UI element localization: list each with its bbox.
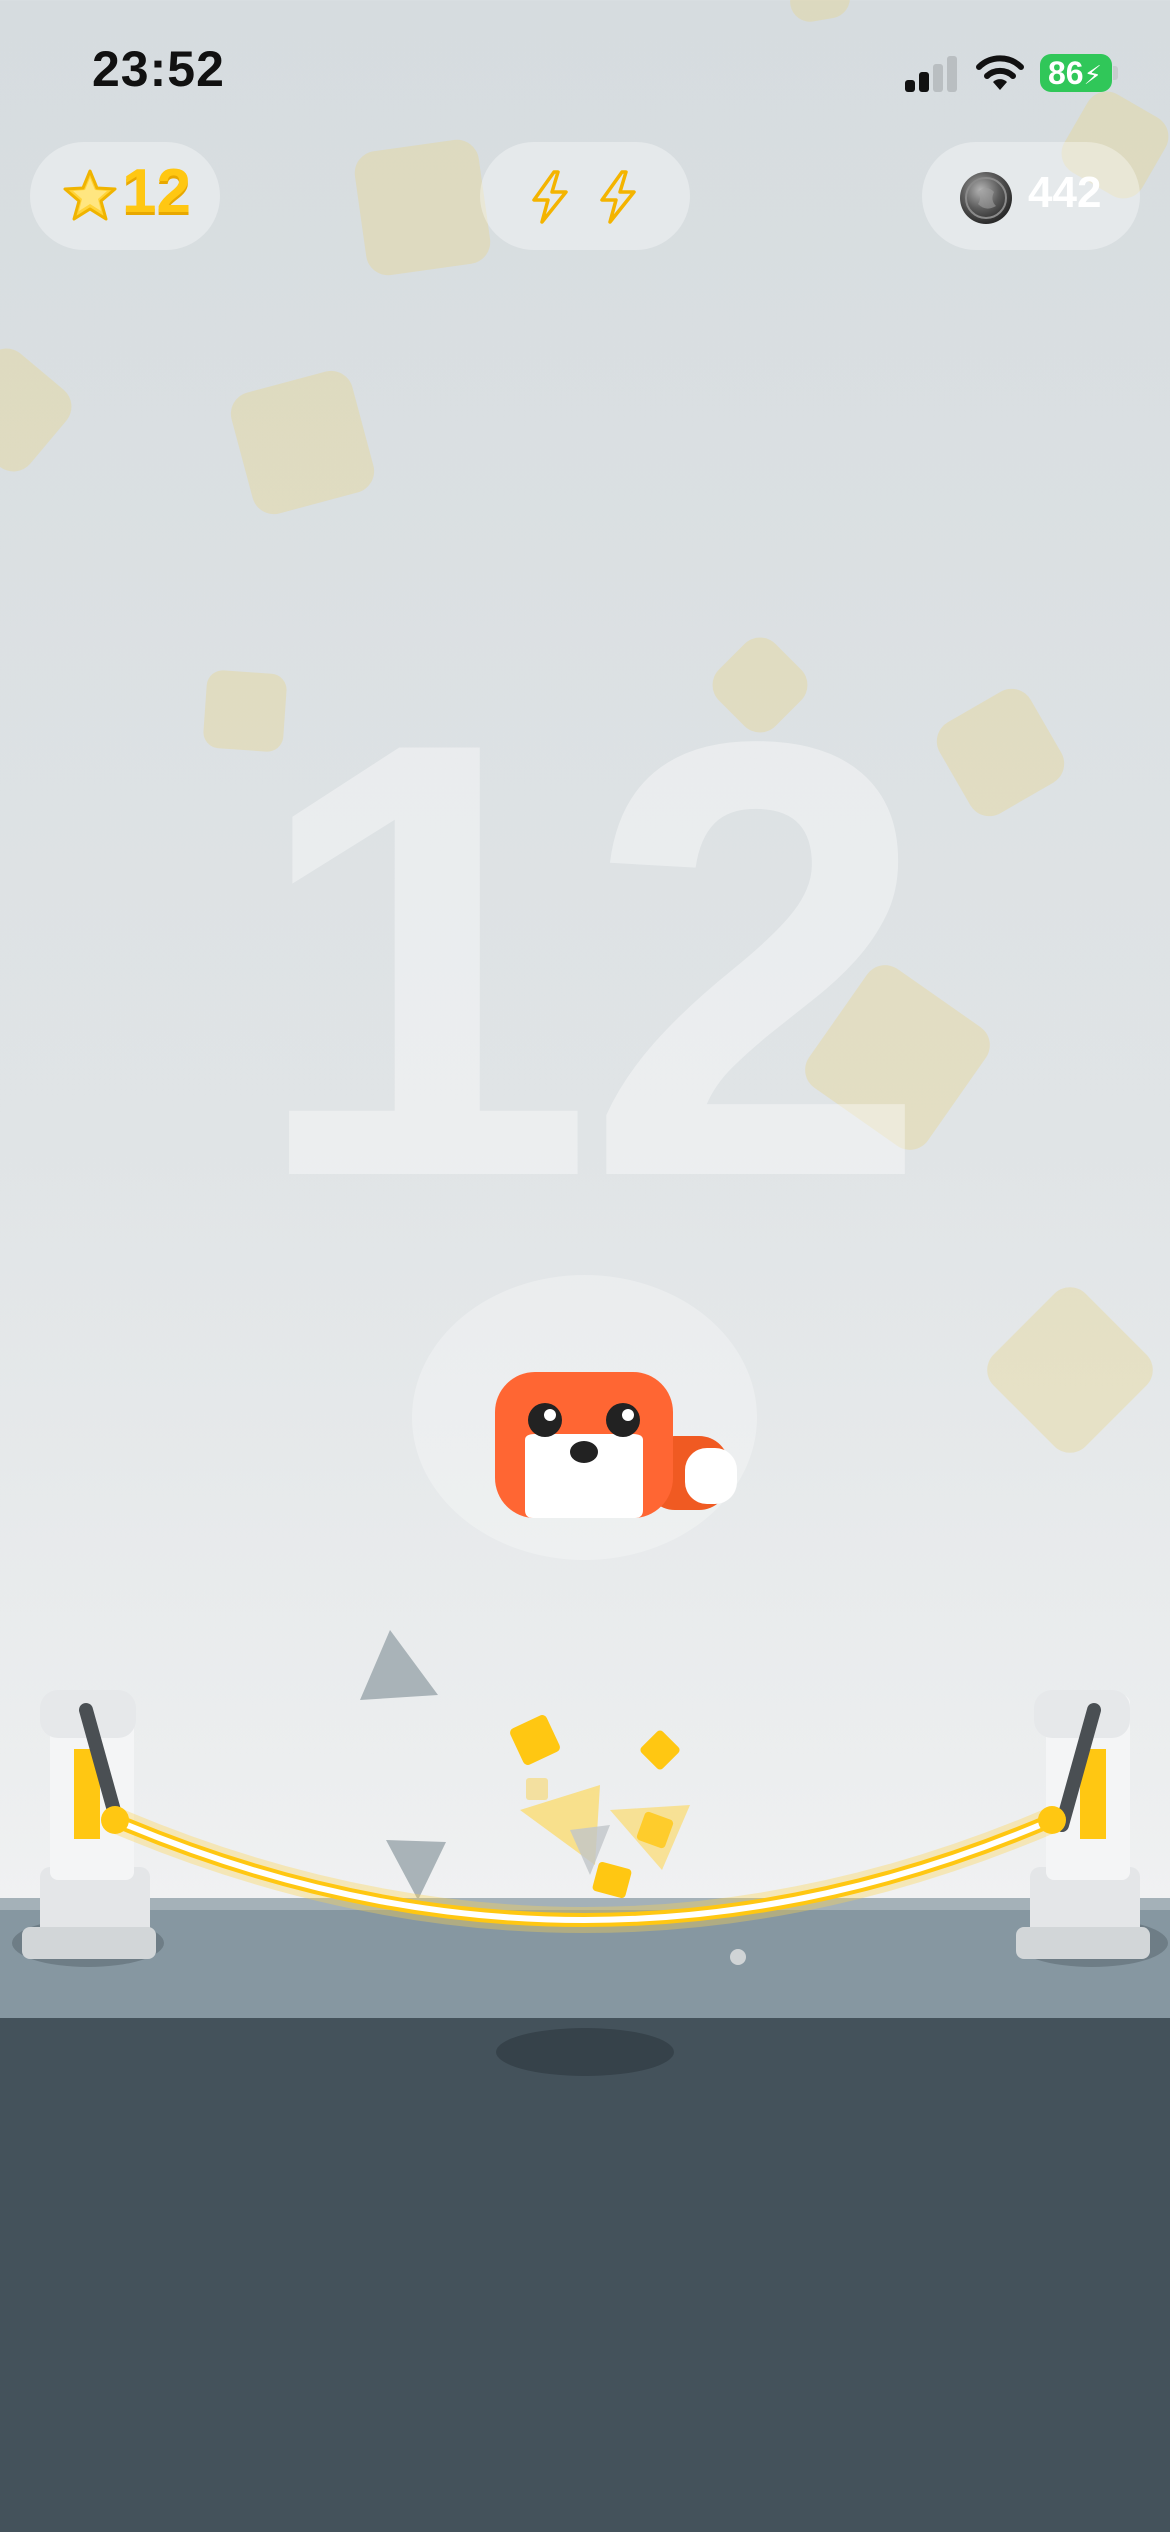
power-pill[interactable]: [480, 142, 690, 250]
bg-square: [225, 365, 380, 520]
bg-square: [0, 339, 81, 481]
background-score: 12: [250, 614, 930, 1306]
bg-square: [786, 0, 854, 25]
bg-square: [928, 680, 1073, 825]
battery-tip: [1113, 66, 1118, 80]
coin-icon: [958, 170, 1014, 226]
jump-rope: [101, 1806, 1066, 1965]
star-icon: [62, 168, 118, 224]
fox-character[interactable]: [495, 1370, 745, 1520]
battery-charging-icon: 86⚡: [1040, 54, 1112, 92]
status-time: 23:52: [92, 41, 225, 97]
lightning-icon: [596, 170, 640, 224]
bg-square: [351, 136, 494, 279]
wifi-icon: [975, 52, 1025, 92]
score-counter: 12: [122, 157, 191, 226]
signal-icon: [905, 56, 959, 92]
character-shadow: [496, 2028, 674, 2076]
coin-counter: 442: [1028, 168, 1102, 217]
battery-level: 86: [1048, 55, 1084, 91]
bg-square: [978, 1278, 1162, 1462]
ground: [0, 2018, 1170, 2532]
lightning-icon: [528, 170, 572, 224]
